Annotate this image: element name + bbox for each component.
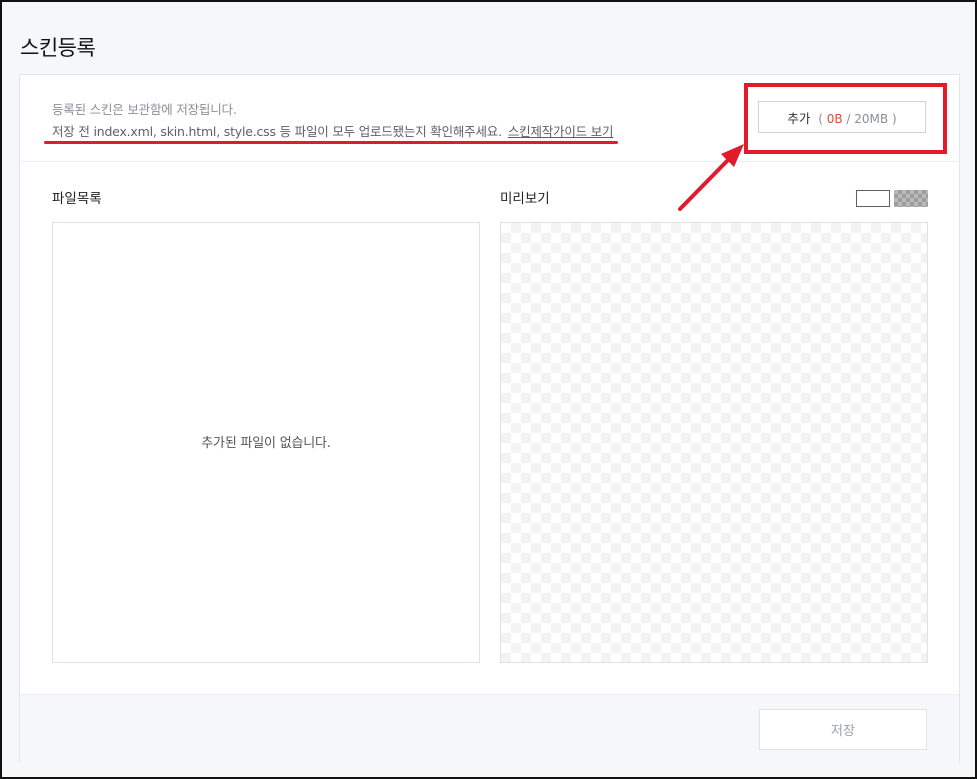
- size-limit: 20MB: [854, 111, 889, 126]
- window-frame: 스킨등록 등록된 스킨은 보관함에 저장됩니다. 저장 전 index.xml,…: [0, 0, 977, 779]
- add-button-label: 추가: [787, 110, 811, 126]
- annotation-underline: [44, 141, 618, 144]
- file-list-label: 파일목록: [52, 191, 102, 207]
- size-close-paren: ): [891, 111, 897, 126]
- checkerboard-background-icon[interactable]: [894, 190, 928, 207]
- info-text-check-files-label: 저장 전 index.xml, skin.html, style.css 등 파…: [52, 124, 502, 139]
- add-file-button[interactable]: 추가 ( 0B / 20MB ): [758, 101, 926, 133]
- size-open-paren: (: [818, 111, 823, 126]
- used-size: 0B: [826, 111, 843, 126]
- storage-size: ( 0B / 20MB ): [814, 112, 896, 126]
- info-text-check-files: 저장 전 index.xml, skin.html, style.css 등 파…: [52, 121, 614, 140]
- save-button[interactable]: 저장: [759, 709, 927, 750]
- info-section: 등록된 스킨은 보관함에 저장됩니다. 저장 전 index.xml, skin…: [20, 75, 959, 162]
- preview-label: 미리보기: [500, 191, 550, 207]
- size-separator: /: [846, 111, 851, 126]
- page-title: 스킨등록: [20, 36, 96, 60]
- info-text-storage: 등록된 스킨은 보관함에 저장됩니다.: [52, 102, 237, 117]
- white-background-icon[interactable]: [856, 190, 890, 207]
- skin-guide-link[interactable]: 스킨제작가이드 보기: [508, 124, 614, 139]
- skin-register-panel: 등록된 스킨은 보관함에 저장됩니다. 저장 전 index.xml, skin…: [19, 74, 960, 763]
- file-list-box: 추가된 파일이 없습니다.: [52, 222, 480, 663]
- preview-area: [500, 222, 928, 663]
- empty-file-message: 추가된 파일이 없습니다.: [201, 436, 331, 451]
- footer-bar: 저장: [20, 694, 959, 763]
